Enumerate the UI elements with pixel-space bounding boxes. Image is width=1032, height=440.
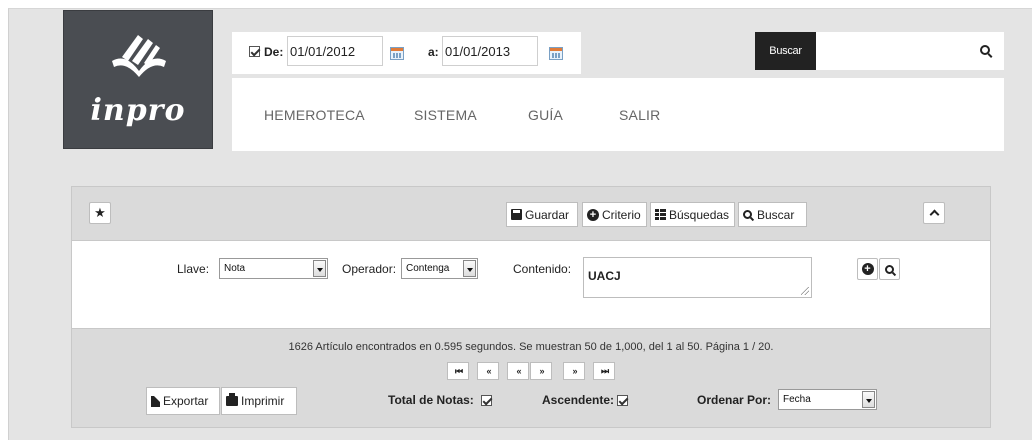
to-label: a: [428,45,439,59]
nav-item-salir[interactable]: SALIR [619,107,660,123]
order-by-select[interactable]: Fecha [778,389,877,410]
collapse-button[interactable] [923,202,945,224]
order-by-value: Fecha [783,394,811,405]
save-button[interactable]: Guardar [506,202,578,227]
star-icon: ★ [94,205,106,220]
search-criteria-button[interactable] [879,258,900,280]
total-notes-label: Total de Notas: [388,393,474,407]
print-label: Imprimir [241,394,285,408]
chevron-down-icon [463,260,476,277]
grid-icon [655,209,666,220]
search-icon [885,264,894,274]
next-ten-button[interactable]: » [563,362,585,380]
key-label: Llave: [177,262,210,276]
add-criteria-button[interactable]: + [857,258,878,280]
criteria-button[interactable]: + Criterio [582,202,647,227]
from-date-input[interactable]: 01/01/2012 [287,36,383,66]
plus-circle-icon: + [861,263,874,275]
date-filter: De: 01/01/2012 a: 01/01/2013 [232,32,581,74]
logo[interactable]: inpro [63,10,213,149]
prev-ten-button[interactable]: « [477,362,499,380]
search-icon[interactable] [980,45,990,55]
results-summary: 1626 Artículo encontrados en 0.595 segun… [288,341,774,353]
key-value: Nota [224,263,246,274]
prev-page-button[interactable]: « [507,362,529,380]
save-label: Guardar [525,207,570,222]
nav-item-sistema[interactable]: SISTEMA [414,107,477,123]
criteria-label: Criterio [602,207,641,222]
calendar-icon[interactable] [390,47,404,60]
panel-toolbar: ★ Guardar + Criterio Búsquedas Buscar [72,187,990,241]
print-icon [226,393,238,406]
ascending-checkbox[interactable] [617,395,628,406]
file-icon [151,395,160,407]
nav-item-hemeroteca[interactable]: HEMEROTECA [264,107,365,123]
next-page-button[interactable]: » [530,362,552,380]
operator-value: Contenga [406,263,450,274]
calendar-icon[interactable] [549,47,563,60]
searches-button[interactable]: Búsquedas [650,202,735,227]
resize-grip[interactable] [801,287,809,295]
buscar-label: Buscar [757,207,795,222]
main-nav: HEMEROTECA SISTEMA GUÍA SALIR [232,78,1004,151]
save-icon [511,209,522,220]
nav-item-guia[interactable]: GUÍA [528,107,563,123]
favorite-button[interactable]: ★ [89,202,111,224]
search-button[interactable]: Buscar [755,32,816,70]
search-bar: Buscar [755,32,1004,70]
from-label: De: [264,45,284,59]
total-notes-checkbox[interactable] [481,395,492,406]
chevron-up-icon [929,209,939,220]
export-label: Exportar [163,394,209,408]
searches-label: Búsquedas [669,207,730,222]
operator-select[interactable]: Contenga [401,258,478,279]
first-page-button[interactable]: ⏮ [447,362,469,380]
brand-name: inpro [90,93,186,128]
operator-label: Operador: [342,262,397,276]
content-label: Contenido: [513,262,572,276]
to-date-input[interactable]: 01/01/2013 [442,36,538,66]
export-button[interactable]: Exportar [146,387,220,415]
search-icon [743,210,752,219]
chevron-down-icon [862,391,875,408]
plus-circle-icon: + [587,208,599,221]
order-by-label: Ordenar Por: [697,393,772,407]
print-button[interactable]: Imprimir [221,387,297,415]
buscar-button[interactable]: Buscar [738,202,807,227]
ascending-label: Ascendente: [542,393,615,407]
content-value: UACJ [588,269,621,283]
book-logo-icon [112,35,166,77]
content-textarea[interactable]: UACJ [583,257,812,298]
search-input[interactable] [816,32,1004,70]
key-select[interactable]: Nota [219,258,328,279]
date-filter-checkbox[interactable] [249,46,260,57]
chevron-down-icon [313,260,326,277]
last-page-button[interactable]: ⏭ [593,362,615,380]
